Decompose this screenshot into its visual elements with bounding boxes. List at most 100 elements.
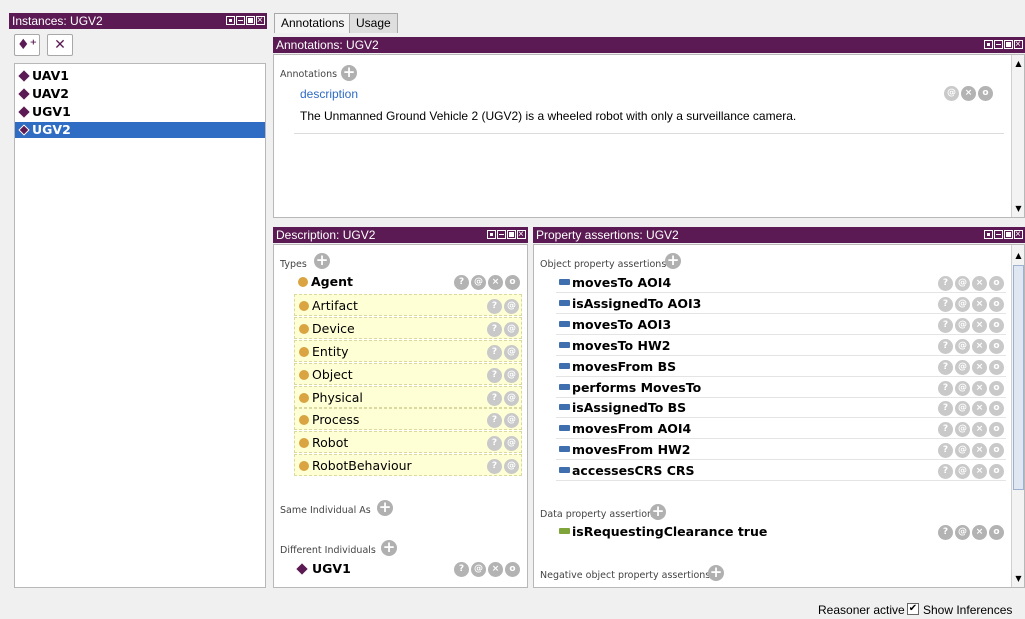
instance-item[interactable]: UGV2 <box>15 122 265 138</box>
delete-individual-button[interactable]: ✕ <box>47 34 73 56</box>
explain-icon[interactable]: ? <box>938 380 953 396</box>
annotate-icon[interactable]: @ <box>504 413 519 429</box>
add-individual-button[interactable]: ♦⁺ <box>14 34 40 56</box>
annotation-property[interactable]: description <box>300 87 358 101</box>
explain-icon[interactable]: ? <box>938 338 953 354</box>
add-negative-assertion-icon[interactable]: + <box>708 565 724 581</box>
instance-item[interactable]: UAV2 <box>18 86 265 102</box>
edit-icon[interactable]: o <box>989 317 1004 333</box>
delete-icon[interactable]: × <box>972 401 987 417</box>
edit-icon[interactable]: o <box>989 525 1004 540</box>
explain-icon[interactable]: ? <box>938 296 953 312</box>
add-object-assertion-icon[interactable]: + <box>665 253 681 269</box>
type-row[interactable]: Artifact? @ <box>294 293 522 316</box>
delete-icon[interactable]: × <box>972 338 987 354</box>
annotate-icon[interactable]: @ <box>955 359 970 375</box>
annotate-icon[interactable]: @ <box>955 464 970 480</box>
explain-icon[interactable]: ? <box>938 525 953 540</box>
annotate-icon[interactable]: @ <box>504 298 519 314</box>
edit-icon[interactable]: o <box>989 338 1004 354</box>
explain-icon[interactable]: ? <box>487 436 502 452</box>
edit-icon[interactable]: o <box>505 562 520 577</box>
panel-controls[interactable] <box>984 227 1023 243</box>
annotate-icon[interactable]: @ <box>955 317 970 333</box>
panel-controls[interactable] <box>226 13 265 29</box>
explain-icon[interactable]: ? <box>487 321 502 337</box>
explain-icon[interactable]: ? <box>938 443 953 459</box>
object-assertion-row[interactable]: movesTo HW2? @ × o <box>556 335 1006 356</box>
annotate-icon[interactable]: @ <box>955 422 970 438</box>
type-row[interactable]: RobotBehaviour? @ <box>294 454 522 477</box>
annotation-delete-icon[interactable]: × <box>961 86 976 101</box>
explain-icon[interactable]: ? <box>454 562 469 577</box>
scroll-up-icon[interactable]: ▲ <box>1012 249 1025 262</box>
edit-icon[interactable]: o <box>989 464 1004 480</box>
delete-icon[interactable]: × <box>972 359 987 375</box>
edit-icon[interactable]: o <box>989 276 1004 291</box>
object-assertion-row[interactable]: movesFrom HW2? @ × o <box>556 439 1006 461</box>
explain-icon[interactable]: ? <box>487 298 502 314</box>
annotate-icon[interactable]: @ <box>955 401 970 417</box>
annotate-icon[interactable]: @ <box>504 436 519 452</box>
different-individual-row[interactable]: UGV1 ? @ × o <box>294 558 522 580</box>
tab-annotations[interactable]: Annotations <box>274 13 352 33</box>
type-row[interactable]: Entity? @ <box>294 339 522 362</box>
explain-icon[interactable]: ? <box>938 401 953 417</box>
annotate-icon[interactable]: @ <box>504 321 519 337</box>
delete-icon[interactable]: × <box>972 525 987 540</box>
annotate-icon[interactable]: @ <box>504 390 519 406</box>
object-assertion-row[interactable]: accessesCRS CRS? @ × o <box>556 460 1006 482</box>
scroll-down-icon[interactable]: ▼ <box>1012 572 1025 585</box>
instance-item[interactable]: UGV1 <box>18 104 265 120</box>
annotate-icon[interactable]: @ <box>471 562 486 577</box>
type-row[interactable]: Object? @ <box>294 362 522 385</box>
explain-icon[interactable]: ? <box>938 276 953 291</box>
object-assertion-row[interactable]: isAssignedTo BS? @ × o <box>556 397 1006 419</box>
annotate-icon[interactable]: @ <box>955 296 970 312</box>
add-type-icon[interactable]: + <box>314 253 330 269</box>
explain-icon[interactable]: ? <box>454 275 469 290</box>
delete-icon[interactable]: × <box>972 380 987 396</box>
add-different-individual-icon[interactable]: + <box>381 540 397 556</box>
scroll-down-icon[interactable]: ▼ <box>1012 202 1025 215</box>
property-assertions-scrollbar[interactable]: ▲ ▼ <box>1011 245 1024 587</box>
instances-list[interactable]: UAV1 UAV2 UGV1 UGV2 <box>14 63 266 588</box>
show-inferences-checkbox[interactable]: ✔ <box>907 603 919 615</box>
object-assertion-row[interactable]: movesTo AOI3? @ × o <box>556 314 1006 335</box>
explain-icon[interactable]: ? <box>938 422 953 438</box>
annotation-options-icon[interactable]: o <box>978 86 993 101</box>
type-row[interactable]: Robot? @ <box>294 431 522 454</box>
type-row[interactable]: Process? @ <box>294 408 522 431</box>
annotate-icon[interactable]: @ <box>504 367 519 383</box>
annotate-icon[interactable]: @ <box>955 276 970 291</box>
annotate-icon[interactable]: @ <box>955 380 970 396</box>
annotate-icon[interactable]: @ <box>955 443 970 459</box>
edit-icon[interactable]: o <box>989 359 1004 375</box>
delete-icon[interactable]: × <box>972 296 987 312</box>
annotate-icon[interactable]: @ <box>471 275 486 290</box>
edit-icon[interactable]: o <box>989 380 1004 396</box>
explain-icon[interactable]: ? <box>487 367 502 383</box>
explain-icon[interactable]: ? <box>938 317 953 333</box>
annotate-icon[interactable]: @ <box>955 338 970 354</box>
scroll-thumb[interactable] <box>1013 265 1024 490</box>
annotation-edit-icon[interactable]: @ <box>944 86 959 101</box>
delete-icon[interactable]: × <box>972 464 987 480</box>
explain-icon[interactable]: ? <box>487 413 502 429</box>
delete-icon[interactable]: × <box>972 422 987 438</box>
delete-icon[interactable]: × <box>488 275 503 290</box>
annotate-icon[interactable]: @ <box>955 525 970 540</box>
edit-icon[interactable]: o <box>989 401 1004 417</box>
explain-icon[interactable]: ? <box>487 459 502 475</box>
show-inferences-label[interactable]: Show Inferences <box>923 603 1012 617</box>
annotate-icon[interactable]: @ <box>504 459 519 475</box>
explain-icon[interactable]: ? <box>487 390 502 406</box>
add-data-assertion-icon[interactable]: + <box>650 504 666 520</box>
delete-icon[interactable]: × <box>972 317 987 333</box>
object-assertion-row[interactable]: movesFrom AOI4? @ × o <box>556 418 1006 440</box>
annotate-icon[interactable]: @ <box>504 344 519 360</box>
delete-icon[interactable]: × <box>972 443 987 459</box>
scroll-up-icon[interactable]: ▲ <box>1012 57 1025 70</box>
explain-icon[interactable]: ? <box>487 344 502 360</box>
explain-icon[interactable]: ? <box>938 464 953 480</box>
